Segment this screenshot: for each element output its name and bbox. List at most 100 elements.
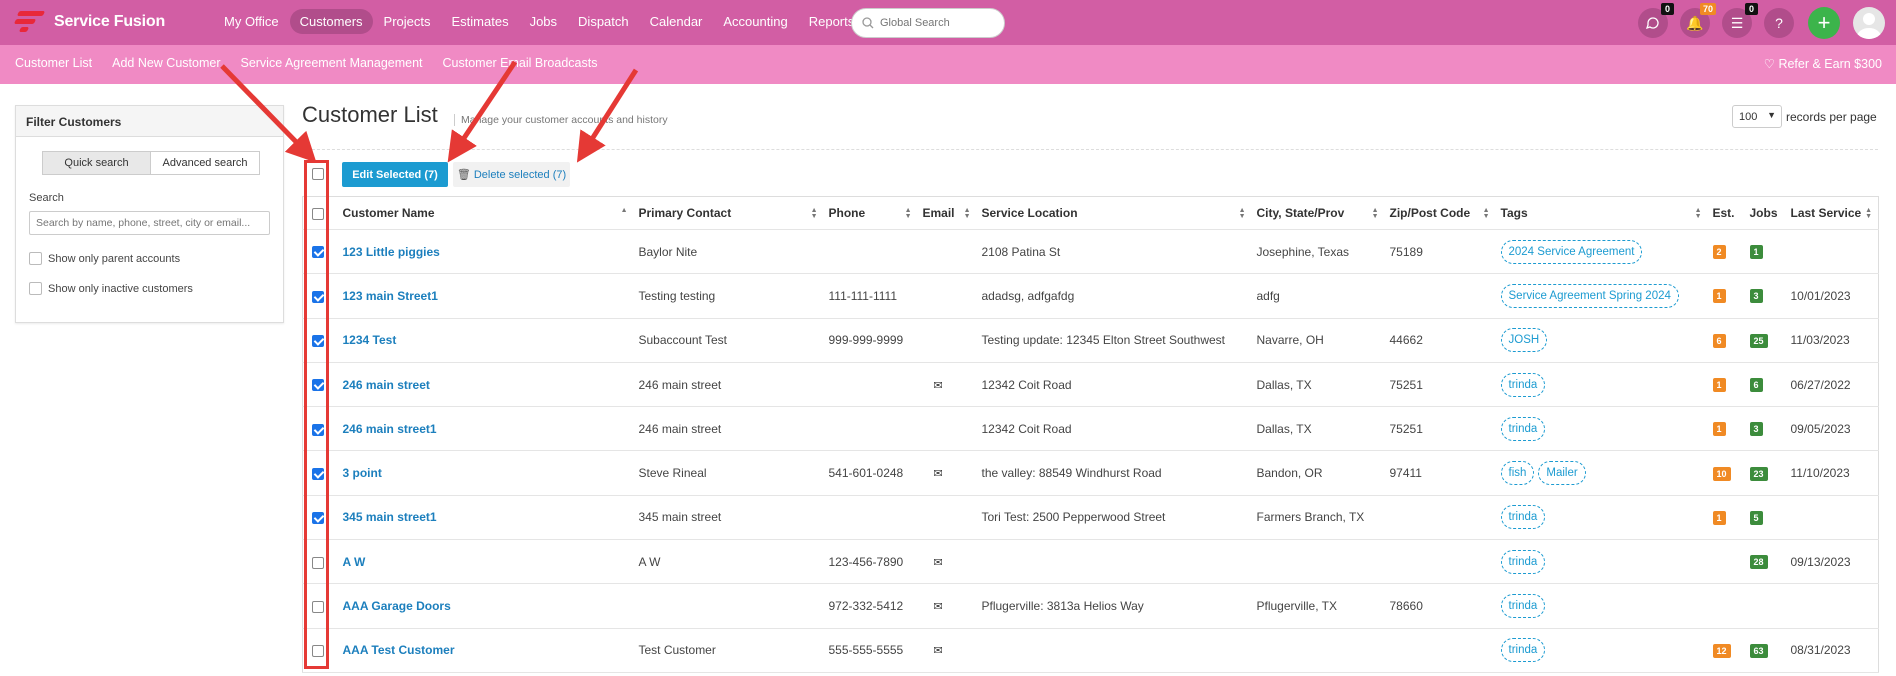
nav-jobs[interactable]: Jobs (520, 9, 567, 34)
table-row[interactable]: 3 point Steve Rineal 541-601-0248 ✉ the vall… (302, 450, 1879, 496)
col-service-location[interactable]: Service Location ▲ ▼ (976, 196, 1252, 230)
brand-logo[interactable]: Service Fusion (12, 9, 165, 35)
col-primary-contact[interactable]: Primary Contact ▲ ▼ (633, 196, 824, 230)
jobs-count-badge[interactable]: 6 (1749, 378, 1763, 393)
inactive-customers-option[interactable]: Show only inactive customers (29, 282, 193, 295)
user-avatar[interactable] (1853, 7, 1885, 39)
est-count-badge[interactable]: 6 (1712, 333, 1726, 348)
col-tags[interactable]: Tags ▲ ▼ (1495, 196, 1708, 230)
parent-accounts-checkbox[interactable] (29, 252, 42, 265)
records-per-page-select[interactable]: 100 ▼ (1732, 105, 1782, 128)
nav-calendar[interactable]: Calendar (640, 9, 713, 34)
email-icon[interactable]: ✉ (934, 380, 943, 392)
tag-chip[interactable]: trinda (1500, 549, 1546, 574)
delete-selected-button[interactable]: 🗑 Delete selected (7) (453, 162, 570, 187)
last-service-cell: 10/01/2023 (1785, 273, 1879, 319)
global-search[interactable] (851, 8, 1005, 38)
jobs-count-badge[interactable]: 23 (1749, 466, 1768, 481)
customer-name-link[interactable]: 1234 Test (343, 333, 397, 347)
table-row[interactable]: A WA W 123-456-7890 ✉ trinda 28 09/13/2023 (302, 539, 1879, 585)
jobs-count-badge[interactable]: 63 (1749, 643, 1768, 658)
tags-cell: trinda (1495, 628, 1708, 673)
table-row[interactable]: AAA Test Customer Test Customer 555-555-55… (302, 628, 1879, 673)
customer-name-link[interactable]: 3 point (343, 466, 382, 480)
subnav-customer-email-broadcasts[interactable]: Customer Email Broadcasts (443, 56, 598, 70)
col-customer-name[interactable]: Customer Name ▲ (337, 196, 634, 230)
customer-name-link[interactable]: 345 main street1 (343, 510, 437, 524)
email-icon[interactable]: ✉ (934, 557, 943, 569)
est-count-badge[interactable]: 1 (1712, 422, 1726, 437)
quick-search-tab[interactable]: Quick search (42, 151, 151, 175)
col-city-state[interactable]: City, State/Prov ▲ ▼ (1251, 196, 1385, 230)
parent-accounts-option[interactable]: Show only parent accounts (29, 252, 180, 265)
tag-chip[interactable]: Mailer (1538, 461, 1586, 486)
jobs-count-badge[interactable]: 3 (1749, 422, 1763, 437)
tag-chip[interactable]: trinda (1500, 505, 1546, 530)
jobs-count-badge[interactable]: 5 (1749, 510, 1763, 525)
email-icon[interactable]: ✉ (934, 468, 943, 480)
est-count-badge[interactable]: 1 (1712, 289, 1726, 304)
col-phone[interactable]: Phone ▲ ▼ (823, 196, 918, 230)
email-icon[interactable]: ✉ (934, 645, 943, 657)
est-count-badge[interactable]: 12 (1712, 643, 1731, 658)
table-row[interactable]: AAA Garage Doors 972-332-5412 ✉ Pflugervill… (302, 583, 1879, 629)
tag-chip[interactable]: Service Agreement Spring 2024 (1500, 283, 1679, 308)
customer-name-link[interactable]: 123 Little piggies (343, 245, 440, 259)
table-row[interactable]: 246 main street1 246 main street 12342 Coi… (302, 406, 1879, 452)
tag-chip[interactable]: trinda (1500, 372, 1546, 397)
edit-selected-button[interactable]: Edit Selected (7) (342, 162, 448, 187)
est-count-badge[interactable]: 1 (1712, 378, 1726, 393)
est-count-badge[interactable]: 2 (1712, 245, 1726, 260)
col-email[interactable]: Email ▲ ▼ (917, 196, 977, 230)
nav-accounting[interactable]: Accounting (713, 9, 797, 34)
customer-name-link[interactable]: AAA Test Customer (343, 643, 455, 657)
add-new-button[interactable]: + (1808, 7, 1840, 39)
customer-name-link[interactable]: 246 main street1 (343, 422, 437, 436)
jobs-count-badge[interactable]: 3 (1749, 289, 1763, 304)
help-button[interactable]: ? (1764, 8, 1794, 38)
est-count-badge[interactable]: 1 (1712, 510, 1726, 525)
nav-my-office[interactable]: My Office (214, 9, 289, 34)
chat-button[interactable]: 0 (1638, 3, 1674, 38)
nav-estimates[interactable]: Estimates (442, 9, 519, 34)
table-row[interactable]: 345 main street1 345 main street Tori Test… (302, 495, 1879, 541)
filter-search-input[interactable] (29, 211, 270, 235)
subnav-customer-list[interactable]: Customer List (15, 56, 92, 70)
jobs-count-badge[interactable]: 25 (1749, 333, 1768, 348)
nav-customers[interactable]: Customers (289, 9, 373, 34)
jobs-count-badge[interactable]: 1 (1749, 245, 1763, 260)
tasks-button[interactable]: ☰ 0 (1722, 3, 1758, 38)
col-zip[interactable]: Zip/Post Code ▲ ▼ (1384, 196, 1496, 230)
refer-earn-link[interactable]: ♡ Refer & Earn $300 (1764, 56, 1882, 71)
tag-chip[interactable]: trinda (1500, 594, 1546, 619)
customer-name-link[interactable]: 246 main street (343, 378, 430, 392)
tag-chip[interactable]: 2024 Service Agreement (1500, 239, 1643, 264)
zip-cell (1384, 273, 1496, 319)
table-row[interactable]: 1234 Test Subaccount Test 999-999-9999 Test… (302, 318, 1879, 363)
tag-chip[interactable]: JOSH (1500, 328, 1548, 353)
jobs-count-badge[interactable]: 28 (1749, 555, 1768, 570)
tag-chip[interactable]: fish (1500, 461, 1535, 486)
advanced-search-tab[interactable]: Advanced search (151, 151, 260, 175)
customer-name-link[interactable]: 123 main Street1 (343, 289, 438, 303)
col-last-service[interactable]: Last Service ▲ ▼ (1785, 196, 1879, 230)
col-jobs[interactable]: Jobs (1744, 196, 1786, 230)
nav-dispatch[interactable]: Dispatch (568, 9, 639, 34)
col-est[interactable]: Est. (1707, 196, 1745, 230)
table-row[interactable]: 123 main Street1 Testing testing 111-111-1… (302, 273, 1879, 319)
global-search-input[interactable] (880, 17, 990, 29)
chat-icon (1646, 17, 1659, 30)
tag-chip[interactable]: trinda (1500, 416, 1546, 441)
table-row[interactable]: 246 main street 246 main street ✉ 12342 Coi… (302, 362, 1879, 408)
customer-name-link[interactable]: A W (343, 555, 366, 569)
email-icon[interactable]: ✉ (934, 601, 943, 613)
subnav-add-new-customer[interactable]: Add New Customer (112, 56, 220, 70)
est-count-badge[interactable]: 10 (1712, 466, 1731, 481)
tag-chip[interactable]: trinda (1500, 638, 1546, 663)
subnav-service-agreement-management[interactable]: Service Agreement Management (240, 56, 422, 70)
notifications-button[interactable]: 🔔 70 (1680, 3, 1716, 38)
inactive-customers-checkbox[interactable] (29, 282, 42, 295)
table-row[interactable]: 123 Little piggies Baylor Nite 2108 Patina… (302, 229, 1879, 275)
nav-projects[interactable]: Projects (374, 9, 441, 34)
customer-name-link[interactable]: AAA Garage Doors (343, 599, 451, 613)
